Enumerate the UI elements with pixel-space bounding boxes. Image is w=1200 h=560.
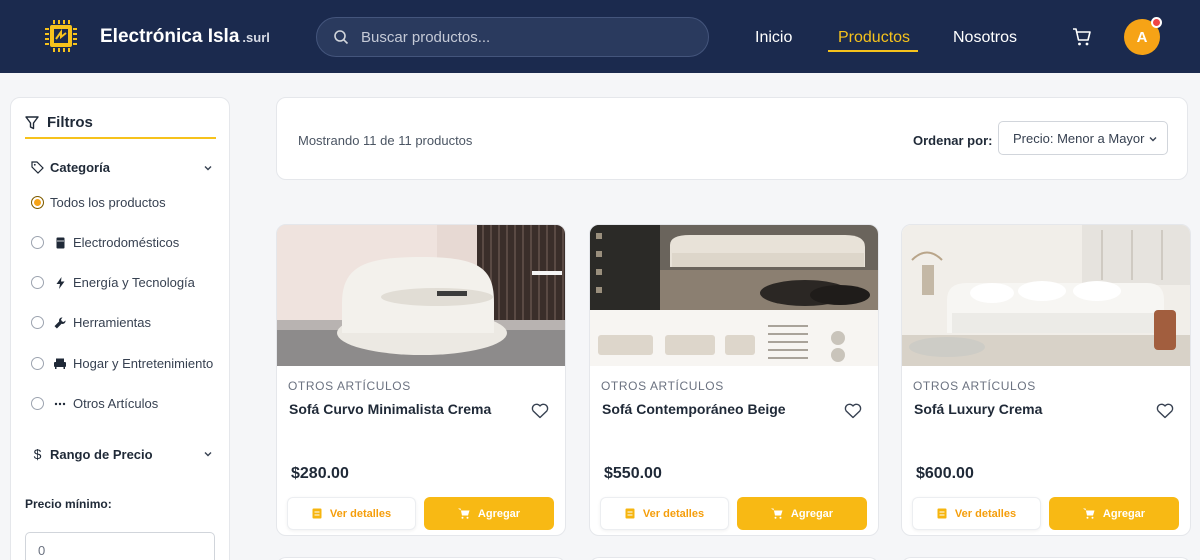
- add-to-cart-button[interactable]: Agregar: [424, 497, 554, 530]
- bolt-icon: [53, 276, 67, 290]
- product-image[interactable]: [902, 225, 1190, 366]
- cart-icon: [457, 508, 470, 519]
- filters-title: Filtros: [25, 114, 216, 139]
- notification-dot: [1151, 17, 1162, 28]
- add-to-cart-button[interactable]: Agregar: [737, 497, 867, 530]
- add-to-cart-label: Agregar: [790, 507, 834, 520]
- heart-icon[interactable]: [844, 403, 862, 419]
- cart-icon[interactable]: [1072, 27, 1092, 52]
- view-details-label: Ver detalles: [642, 507, 705, 520]
- sort-selected-value: Precio: Menor a Mayor: [1013, 130, 1145, 146]
- price-min-label: Precio mínimo:: [25, 497, 112, 511]
- filter-icon: [25, 116, 39, 130]
- heart-icon[interactable]: [1156, 403, 1174, 419]
- document-icon: [312, 508, 322, 519]
- top-nav-bar: Electrónica Isla.surl Inicio Productos N…: [0, 0, 1200, 73]
- product-card[interactable]: OTROS ARTÍCULOS Sofá Contemporáneo Beige…: [589, 224, 879, 536]
- search-box[interactable]: [316, 17, 709, 57]
- view-details-button[interactable]: Ver detalles: [912, 497, 1041, 530]
- product-image[interactable]: [590, 225, 878, 366]
- category-option-herramientas[interactable]: Herramientas: [31, 315, 151, 330]
- sort-label: Ordenar por:: [913, 133, 993, 148]
- category-option-electrodomesticos[interactable]: Electrodomésticos: [31, 235, 179, 250]
- couch-icon: [53, 357, 67, 371]
- search-icon: [334, 30, 349, 45]
- chevron-down-icon: [204, 165, 212, 170]
- radio-unselected[interactable]: [31, 357, 44, 370]
- add-to-cart-button[interactable]: Agregar: [1049, 497, 1179, 530]
- chevron-down-icon: [1149, 137, 1157, 142]
- radio-unselected[interactable]: [31, 316, 44, 329]
- product-name[interactable]: Sofá Luxury Crema: [914, 401, 1042, 417]
- brand-name-text: Electrónica Isla: [100, 26, 240, 47]
- category-option-hogar[interactable]: Hogar y Entretenimiento: [31, 356, 213, 371]
- chevron-down-icon: [204, 452, 212, 457]
- product-image[interactable]: [277, 225, 565, 366]
- brand-logo-icon[interactable]: [42, 17, 80, 55]
- category-heading: Categoría: [50, 160, 110, 175]
- cart-icon: [770, 508, 783, 519]
- results-count: Mostrando 11 de 11 productos: [298, 133, 473, 148]
- brand-suffix: .surl: [242, 30, 270, 45]
- category-option-label: Todos los productos: [50, 195, 166, 210]
- category-option-label: Otros Artículos: [73, 396, 159, 411]
- brand-name[interactable]: Electrónica Isla .surl: [100, 26, 270, 48]
- document-icon: [625, 508, 635, 519]
- category-option-label: Electrodomésticos: [73, 235, 180, 250]
- nav-inicio[interactable]: Inicio: [755, 29, 792, 47]
- view-details-label: Ver detalles: [329, 507, 392, 520]
- active-nav-indicator: [828, 50, 918, 52]
- product-name[interactable]: Sofá Curvo Minimalista Crema: [289, 401, 491, 417]
- filters-sidebar: Filtros Categoría Todos los productos El…: [10, 97, 230, 560]
- product-card[interactable]: OTROS ARTÍCULOS Sofá Luxury Crema $600.0…: [901, 224, 1191, 536]
- view-details-button[interactable]: Ver detalles: [600, 497, 729, 530]
- appliance-icon: [53, 236, 67, 250]
- radio-unselected[interactable]: [31, 397, 44, 410]
- category-option-todos[interactable]: Todos los productos: [31, 195, 166, 210]
- radio-selected[interactable]: [31, 196, 44, 209]
- sort-select[interactable]: Precio: Menor a Mayor: [998, 121, 1168, 155]
- document-icon: [937, 508, 947, 519]
- results-toolbar: Mostrando 11 de 11 productos Ordenar por…: [276, 97, 1188, 180]
- radio-unselected[interactable]: [31, 276, 44, 289]
- product-category: OTROS ARTÍCULOS: [288, 379, 411, 393]
- price-min-input[interactable]: [25, 532, 215, 560]
- price-section-toggle[interactable]: $ Rango de Precio: [31, 446, 213, 462]
- category-option-label: Hogar y Entretenimiento: [73, 356, 214, 371]
- ellipsis-icon: [53, 397, 67, 411]
- category-option-label: Energía y Tecnología: [73, 275, 195, 290]
- product-name[interactable]: Sofá Contemporáneo Beige: [602, 401, 786, 417]
- product-card[interactable]: OTROS ARTÍCULOS Sofá Curvo Minimalista C…: [276, 224, 566, 536]
- category-option-energia[interactable]: Energía y Tecnología: [31, 275, 195, 290]
- tag-icon: [31, 161, 44, 174]
- product-price: $550.00: [604, 465, 662, 482]
- category-option-otros[interactable]: Otros Artículos: [31, 396, 158, 411]
- radio-unselected[interactable]: [31, 236, 44, 249]
- filters-title-text: Filtros: [47, 114, 93, 131]
- product-price: $280.00: [291, 465, 349, 482]
- nav-productos[interactable]: Productos: [838, 29, 910, 47]
- cart-icon: [1082, 508, 1095, 519]
- heart-icon[interactable]: [531, 403, 549, 419]
- product-category: OTROS ARTÍCULOS: [913, 379, 1036, 393]
- category-section-toggle[interactable]: Categoría: [31, 160, 213, 175]
- dollar-icon: $: [33, 446, 42, 462]
- view-details-label: Ver detalles: [954, 507, 1017, 520]
- nav-nosotros[interactable]: Nosotros: [953, 29, 1017, 47]
- add-to-cart-label: Agregar: [477, 507, 521, 520]
- product-category: OTROS ARTÍCULOS: [601, 379, 724, 393]
- wrench-icon: [53, 316, 67, 330]
- price-heading: Rango de Precio: [50, 446, 153, 462]
- search-input[interactable]: [361, 28, 681, 46]
- add-to-cart-label: Agregar: [1102, 507, 1146, 520]
- view-details-button[interactable]: Ver detalles: [287, 497, 416, 530]
- product-price: $600.00: [916, 465, 974, 482]
- category-option-label: Herramientas: [73, 315, 152, 330]
